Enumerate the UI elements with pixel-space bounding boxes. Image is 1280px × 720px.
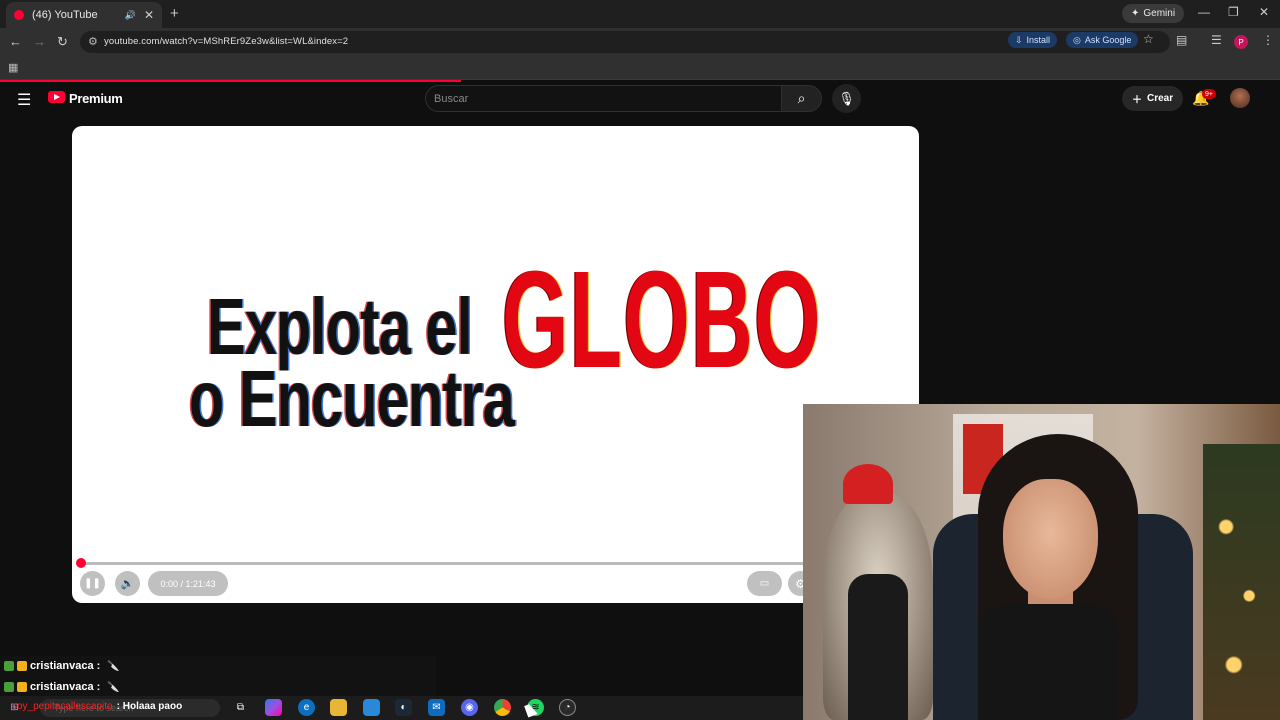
video-player[interactable]: Explota el o Encuentra GLOBO ❚❚ 🔊 0:00 /… [72,126,919,603]
youtube-header: ☰ Premium ⌕ 🎙 ＋ Crear 🔔 9+ [0,82,1280,118]
browser-tab-strip: (46) YouTube 🔊 ✕ + ✦ Gemini — ❐ ✕ [0,0,1280,28]
reload-icon[interactable]: ↻ [57,34,68,50]
video-title-line2: o Encuentra [189,354,515,443]
notification-count-badge: 9+ [1202,89,1216,99]
address-bar[interactable]: ⚙ youtube.com/watch?v=MShREr9Ze3w&list=W… [80,31,1170,53]
moderator-badge-icon [4,682,14,692]
url-text[interactable]: youtube.com/watch?v=MShREr9Ze3w&list=WL&… [104,36,348,47]
subscriber-badge-icon [17,661,27,671]
back-arrow-icon[interactable]: ← [9,34,22,49]
subtitles-button[interactable]: ▭ [747,571,782,596]
site-info-icon[interactable]: ⚙ [88,35,98,48]
install-icon: ⇩ [1015,34,1023,45]
discord-icon[interactable]: ◉ [461,699,478,716]
ticker-username: soy_pepitacallescapito [12,701,113,712]
stream-chat-overlay: cristianvaca : 🔪 cristianvaca : 🔪 [0,656,436,696]
chrome-icon[interactable] [494,699,511,716]
browser-tab-youtube[interactable]: (46) YouTube 🔊 ✕ [6,2,162,28]
profile-avatar[interactable]: P [1234,35,1248,49]
christmas-tree-lights [1203,444,1280,720]
new-tab-button[interactable]: + [170,5,179,22]
santa-hat [843,464,893,504]
close-tab-icon[interactable]: ✕ [144,8,154,22]
chat-emote: 🔪 [107,681,120,693]
microphone [848,574,908,720]
windows-taskbar: ⊞ Type here to search soy_pepitacallesca… [0,696,803,720]
subscriber-badge-icon [17,682,27,692]
volume-icon: 🔊 [120,578,135,590]
task-view-icon[interactable]: ⧉ [232,699,249,716]
pause-icon: ❚❚ [84,578,101,589]
bookmark-star-icon[interactable]: ☆ [1143,32,1154,46]
tab-title: (46) YouTube [32,9,98,21]
chat-ticker: soy_pepitacallescapito: Holaaa paoo [12,701,182,712]
close-window-icon[interactable]: ✕ [1259,5,1269,19]
bookmarks-bar: ▦ [0,56,1280,80]
install-button[interactable]: ⇩ Install [1008,32,1058,48]
scrubber-handle[interactable] [76,558,86,568]
outlook-icon[interactable]: ✉ [428,699,445,716]
youtube-logo-icon[interactable] [48,91,65,103]
volume-button[interactable]: 🔊 [115,571,140,596]
moderator-badge-icon [4,661,14,671]
search-icon: ⌕ [797,90,806,106]
side-panel-icon[interactable]: ▤ [1176,33,1187,47]
ask-google-button[interactable]: ◎ Ask Google [1066,32,1139,48]
search-button[interactable]: ⌕ [781,85,822,112]
youtube-favicon-icon [14,10,24,20]
account-avatar[interactable] [1230,88,1250,108]
forward-arrow-icon[interactable]: → [33,34,46,49]
voice-search-button[interactable]: 🎙 [832,84,861,113]
speaker-icon[interactable]: 🔊 [125,10,136,21]
sparkle-icon: ✦ [1131,8,1140,19]
ask-google-label: Ask Google [1084,35,1132,45]
chat-emote: 🔪 [107,660,120,672]
chat-username: cristianvaca : [30,660,101,672]
streamer-body [978,604,1118,720]
video-title-highlight: GLOBO [502,243,822,397]
search-box[interactable] [425,85,782,112]
chat-message: cristianvaca : 🔪 [4,657,120,675]
copilot-icon[interactable] [265,699,282,716]
chat-message: cristianvaca : 🔪 [4,678,120,696]
ticker-message: : Holaaa paoo [116,701,183,712]
pause-button[interactable]: ❚❚ [80,571,105,596]
menu-hamburger-icon[interactable]: ☰ [17,90,31,110]
file-explorer-icon[interactable] [330,699,347,716]
time-display: 0:00 / 1:21:43 [148,571,228,596]
tab-search-icon[interactable]: ☰ [1211,33,1222,47]
search-input[interactable] [434,91,764,107]
obs-icon[interactable]: ◔ [559,699,576,716]
chat-username: cristianvaca : [30,681,101,693]
lens-icon: ◎ [1073,34,1081,45]
gemini-button[interactable]: ✦ Gemini [1122,4,1185,23]
screen: (46) YouTube 🔊 ✕ + ✦ Gemini — ❐ ✕ ← → ↻ … [0,0,1280,720]
webcam-overlay [803,404,1280,720]
gemini-label: Gemini [1143,8,1176,19]
streamer-face [1003,479,1098,599]
chrome-menu-icon[interactable]: ⋮ [1262,33,1274,47]
steam-icon[interactable]: ◐ [395,699,412,716]
youtube-brand[interactable]: Premium [69,91,123,106]
create-label: Crear [1147,93,1174,104]
minimize-icon[interactable]: — [1198,5,1210,19]
microphone-icon: 🎙 [838,90,855,106]
edge-icon[interactable]: e [298,699,315,716]
install-label: Install [1026,35,1051,45]
create-button[interactable]: ＋ Crear [1122,86,1184,111]
store-icon[interactable] [363,699,380,716]
restore-icon[interactable]: ❐ [1228,5,1239,19]
browser-toolbar: ← → ↻ ⚙ youtube.com/watch?v=MShREr9Ze3w&… [0,28,1280,56]
video-progress-bar[interactable] [80,562,910,565]
apps-grid-icon[interactable]: ▦ [8,61,18,74]
captions-icon: ▭ [759,578,770,589]
plus-icon: ＋ [1132,95,1142,106]
